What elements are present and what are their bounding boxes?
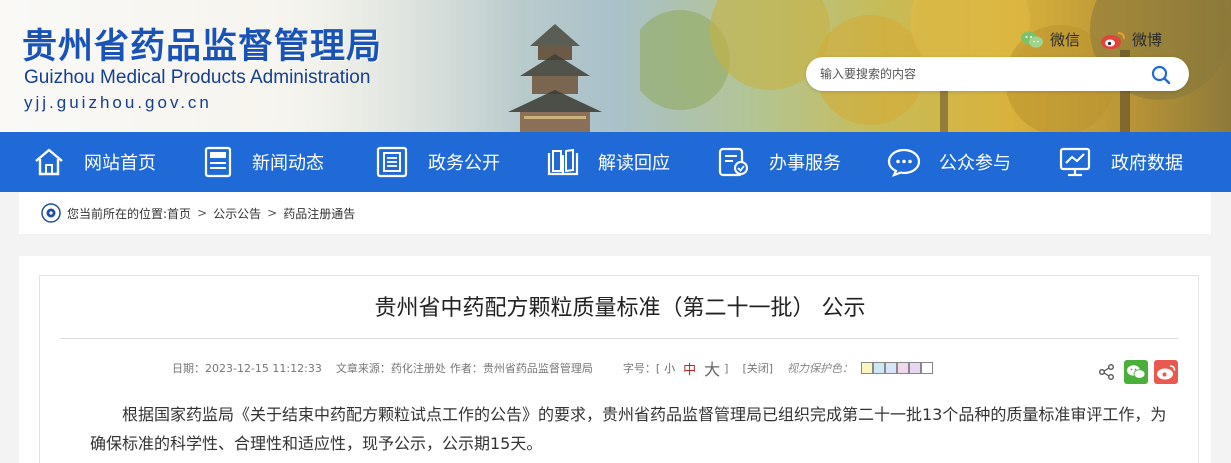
breadcrumb-home[interactable]: 首页 — [167, 205, 191, 222]
article: 贵州省中药配方颗粒质量标准（第二十一批） 公示 日期：2023-12-15 11… — [39, 275, 1199, 463]
font-size-control: 字号：[ 小 中 大 ] — [623, 356, 729, 380]
color-swatch[interactable] — [885, 362, 898, 374]
title-divider — [60, 338, 1178, 339]
breadcrumb-announcements[interactable]: 公示公告 — [213, 205, 261, 222]
article-source: 文章来源：药化注册处 — [335, 362, 446, 375]
breadcrumb-separator: > — [267, 206, 278, 220]
article-meta: 日期：2023-12-15 11:12:33 文章来源：药化注册处 作者：贵州省… — [172, 356, 934, 380]
color-swatch[interactable] — [897, 362, 910, 374]
article-body: 根据国家药监局《关于结束中药配方颗粒试点工作的公告》的要求，贵州省药品监督管理局… — [90, 405, 1167, 453]
search-box — [806, 57, 1189, 91]
share-wechat-button[interactable] — [1124, 360, 1148, 384]
weibo-label: 微博 — [1132, 31, 1163, 49]
main-nav: 网站首页 新闻动态 政务公开 解读回应 办事服务 公众参与 政府数据 — [0, 132, 1231, 192]
nav-item-interpretation[interactable]: 解读回应 — [546, 132, 670, 192]
wechat-link[interactable]: 微信 — [1020, 29, 1080, 50]
breadcrumb-drug-registration[interactable]: 药品注册通告 — [283, 205, 355, 222]
nav-item-gov-data[interactable]: 政府数据 — [1059, 132, 1183, 192]
share-icon[interactable] — [1098, 363, 1116, 381]
site-title: 贵州省药品监督管理局 — [22, 27, 383, 67]
nav-label-gov-affairs: 政务公开 — [428, 153, 500, 174]
search-icon[interactable] — [1151, 65, 1171, 85]
font-size-large[interactable]: 大 — [704, 356, 720, 380]
document-icon — [376, 146, 408, 178]
article-container: 贵州省中药配方颗粒质量标准（第二十一批） 公示 日期：2023-12-15 11… — [19, 256, 1211, 463]
font-size-label: 字号：[ — [622, 362, 661, 375]
location-icon — [41, 203, 61, 223]
book-icon — [547, 148, 579, 176]
wechat-label: 微信 — [1050, 31, 1081, 49]
font-size-medium[interactable]: 中 — [683, 359, 696, 378]
pavilion-illustration — [508, 24, 602, 132]
chat-icon — [887, 148, 921, 177]
share-weibo-button[interactable] — [1154, 360, 1178, 384]
weibo-link[interactable]: 微博 — [1100, 29, 1162, 50]
color-swatch[interactable] — [909, 362, 922, 374]
breadcrumb: 您当前所在的位置: 首页 > 公示公告 > 药品注册通告 — [41, 203, 355, 223]
nav-label-gov-data: 政府数据 — [1111, 153, 1183, 174]
eye-care-swatches — [861, 362, 934, 374]
weibo-icon — [1157, 365, 1176, 380]
close-button[interactable]: [关闭] — [742, 360, 773, 376]
breadcrumb-bar: 您当前所在的位置: 首页 > 公示公告 > 药品注册通告 — [19, 192, 1211, 234]
nav-label-home: 网站首页 — [84, 153, 156, 174]
nav-label-participation: 公众参与 — [939, 153, 1011, 174]
nav-item-home[interactable]: 网站首页 — [32, 132, 156, 192]
chart-icon — [1059, 147, 1091, 177]
nav-label-news: 新闻动态 — [252, 153, 324, 174]
color-swatch[interactable] — [921, 362, 934, 374]
breadcrumb-separator: > — [197, 206, 208, 220]
font-size-close-bracket: ] — [724, 361, 729, 375]
header-banner: 贵州省药品监督管理局 Guizhou Medical Products Admi… — [0, 0, 1231, 132]
site-url: yjj.guizhou.gov.cn — [24, 93, 212, 112]
nav-label-services: 办事服务 — [769, 153, 841, 174]
site-subtitle-en: Guizhou Medical Products Administration — [24, 67, 371, 88]
color-swatch[interactable] — [873, 362, 886, 374]
article-title: 贵州省中药配方颗粒质量标准（第二十一批） 公示 — [374, 296, 866, 321]
nav-item-services[interactable]: 办事服务 — [717, 132, 841, 192]
wechat-icon — [1021, 31, 1043, 47]
color-swatch[interactable] — [861, 362, 874, 374]
breadcrumb-prefix: 您当前所在的位置: — [67, 206, 168, 221]
search-input[interactable] — [820, 67, 1140, 81]
nav-item-news[interactable]: 新闻动态 — [204, 132, 324, 192]
home-icon — [35, 148, 63, 176]
article-date: 日期：2023-12-15 11:12:33 — [172, 362, 322, 375]
eye-care-label: 视力保护色： — [787, 362, 854, 375]
nav-item-gov-affairs[interactable]: 政务公开 — [376, 132, 500, 192]
nav-item-participation[interactable]: 公众参与 — [887, 132, 1011, 192]
service-icon — [718, 147, 748, 177]
nav-label-interpretation: 解读回应 — [598, 153, 670, 174]
weibo-icon — [1101, 31, 1125, 49]
font-size-small[interactable]: 小 — [664, 360, 675, 376]
article-author: 作者：贵州省药品监督管理局 — [449, 362, 593, 375]
news-icon — [204, 146, 232, 178]
wechat-icon — [1127, 365, 1146, 379]
share-bar — [1098, 360, 1178, 384]
